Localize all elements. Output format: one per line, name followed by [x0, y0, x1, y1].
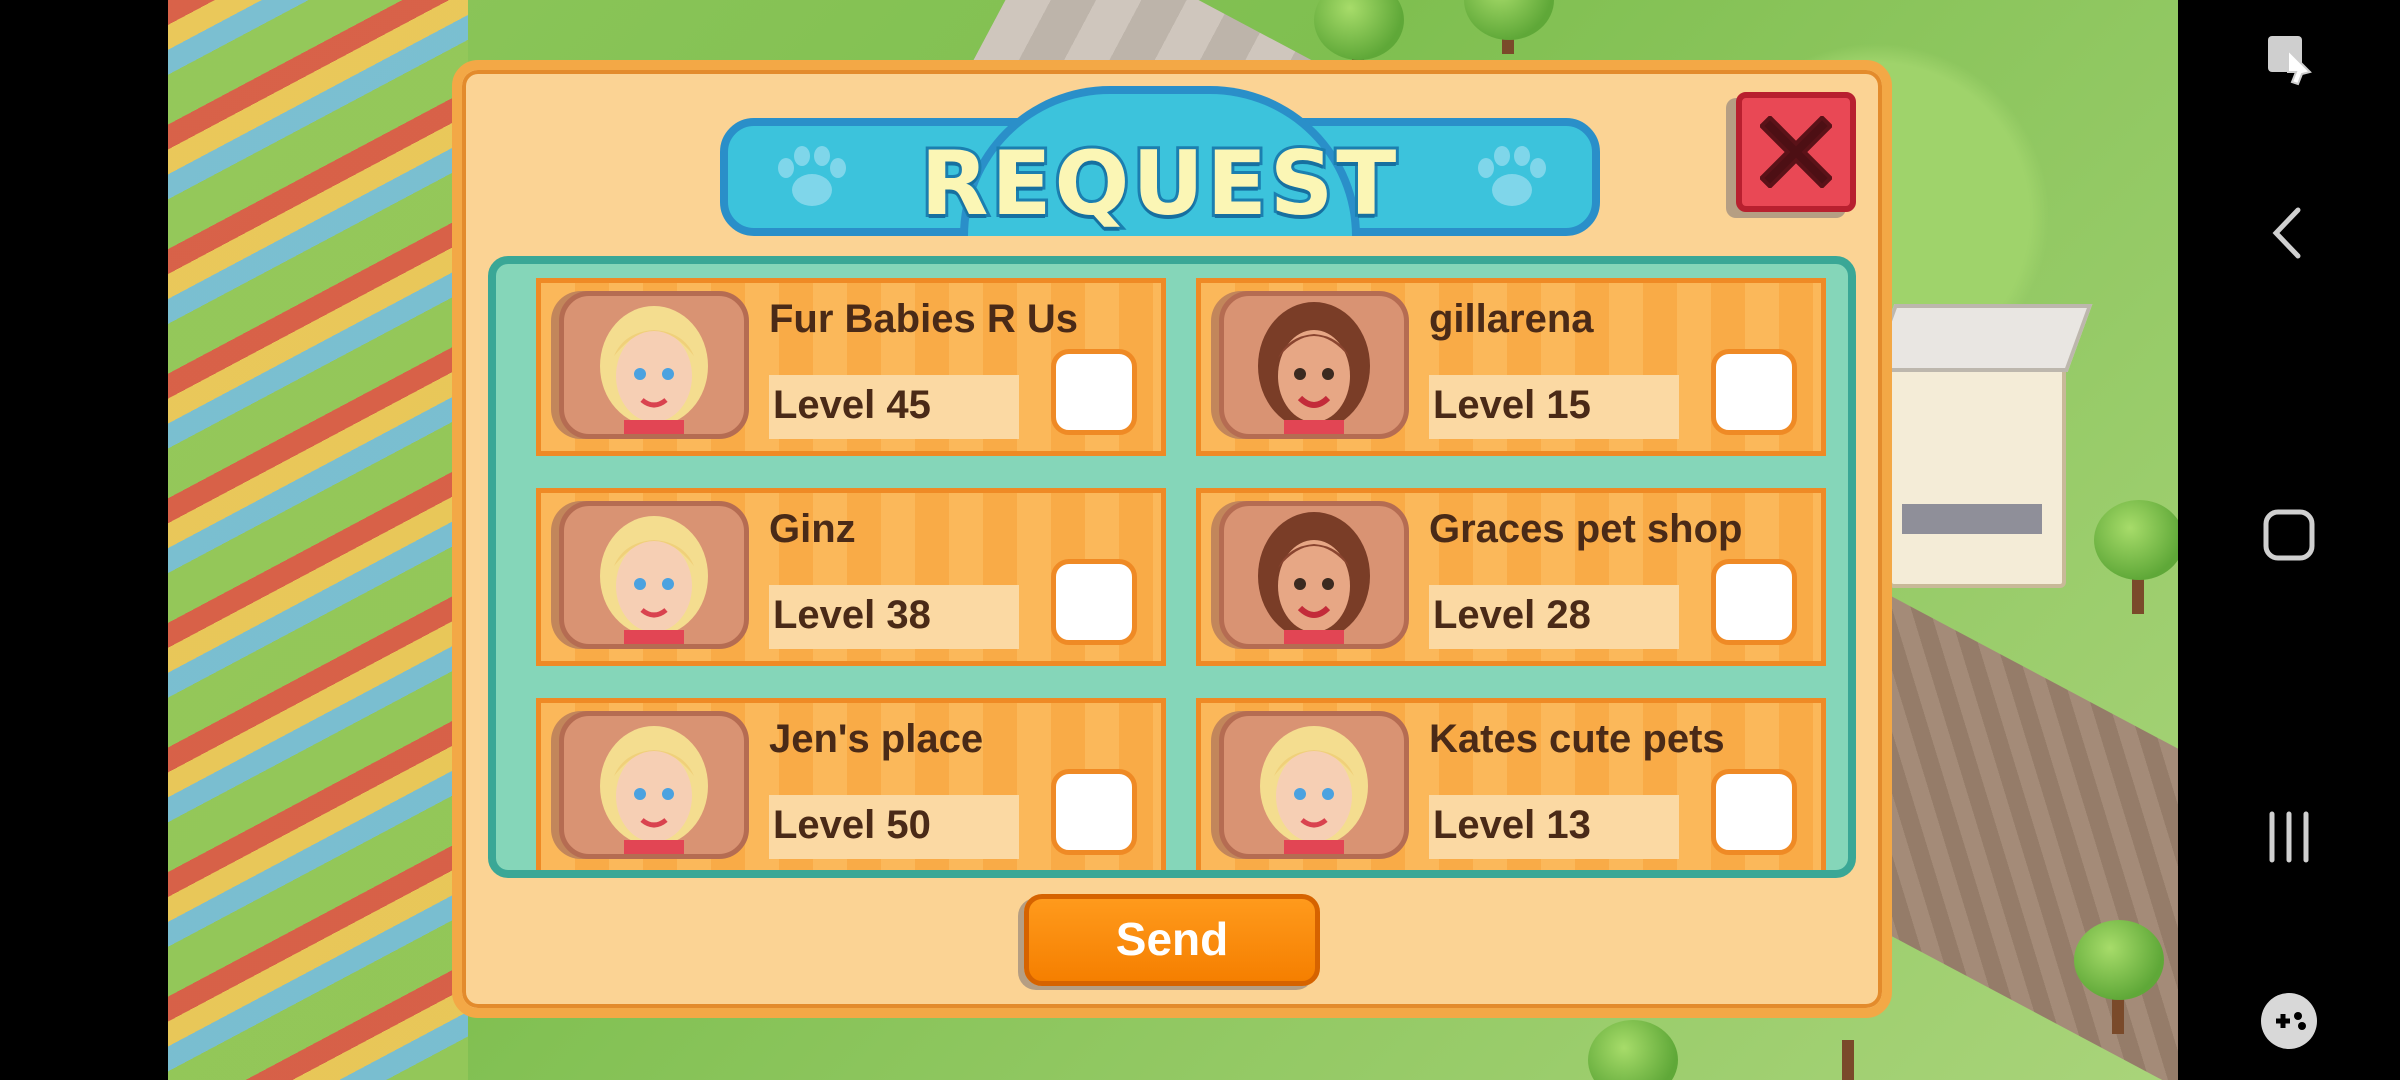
send-button[interactable]: Send [1024, 894, 1320, 986]
dialog-title: REQUEST [918, 129, 1400, 238]
tree [2074, 920, 2164, 1000]
friend-card[interactable]: Kates cute pets Level 13 [1196, 698, 1826, 870]
friend-card[interactable]: gillarena Level 15 [1196, 278, 1826, 456]
home-icon[interactable] [2244, 490, 2334, 580]
tree [1588, 1020, 1678, 1080]
friend-name: Graces pet shop [1429, 507, 1743, 551]
level-bar: Level 38 [769, 585, 1019, 649]
level-bar: Level 15 [1429, 375, 1679, 439]
friend-level: Level 15 [1433, 383, 1591, 427]
avatar-blonde [1219, 711, 1409, 859]
close-icon [1760, 116, 1832, 188]
back-icon[interactable] [2244, 188, 2334, 278]
friend-name: Jen's place [769, 717, 984, 761]
screenshot-cursor-icon[interactable] [2244, 10, 2334, 100]
friends-list[interactable]: Fur Babies R Us Level 45 gillarena Level… [488, 256, 1856, 878]
friend-name: Kates cute pets [1429, 717, 1725, 761]
friend-name: gillarena [1429, 297, 1594, 341]
select-checkbox[interactable] [1051, 349, 1137, 435]
level-bar: Level 45 [769, 375, 1019, 439]
tree [1314, 0, 1404, 60]
neighbor-house [1888, 340, 2066, 588]
friend-level: Level 50 [773, 803, 931, 847]
level-bar: Level 13 [1429, 795, 1679, 859]
select-checkbox[interactable] [1711, 559, 1797, 645]
game-tools-icon[interactable] [2244, 976, 2334, 1066]
tree [2094, 500, 2178, 580]
friend-name: Fur Babies R Us [769, 297, 1078, 341]
select-checkbox[interactable] [1711, 349, 1797, 435]
pet-shop-floor [168, 0, 468, 1080]
close-button[interactable] [1736, 92, 1856, 212]
select-checkbox[interactable] [1051, 769, 1137, 855]
friend-card[interactable]: Graces pet shop Level 28 [1196, 488, 1826, 666]
avatar-brunette [1219, 291, 1409, 439]
friend-name: Ginz [769, 507, 856, 551]
avatar-blonde [559, 711, 749, 859]
friend-card[interactable]: Ginz Level 38 [536, 488, 1166, 666]
tree-trunk [1842, 1040, 1854, 1080]
level-bar: Level 50 [769, 795, 1019, 859]
avatar-brunette [1219, 501, 1409, 649]
tree [1464, 0, 1554, 40]
title-banner: REQUEST [720, 86, 1600, 238]
avatar-blonde [559, 291, 749, 439]
select-checkbox[interactable] [1051, 559, 1137, 645]
friend-card[interactable]: Fur Babies R Us Level 45 [536, 278, 1166, 456]
friend-level: Level 28 [1433, 593, 1591, 637]
avatar-blonde [559, 501, 749, 649]
friend-level: Level 38 [773, 593, 931, 637]
friend-level: Level 13 [1433, 803, 1591, 847]
friend-level: Level 45 [773, 383, 931, 427]
recents-icon[interactable] [2244, 792, 2334, 882]
level-bar: Level 28 [1429, 585, 1679, 649]
select-checkbox[interactable] [1711, 769, 1797, 855]
system-nav-bar [2178, 0, 2400, 1080]
friend-card[interactable]: Jen's place Level 50 [536, 698, 1166, 870]
